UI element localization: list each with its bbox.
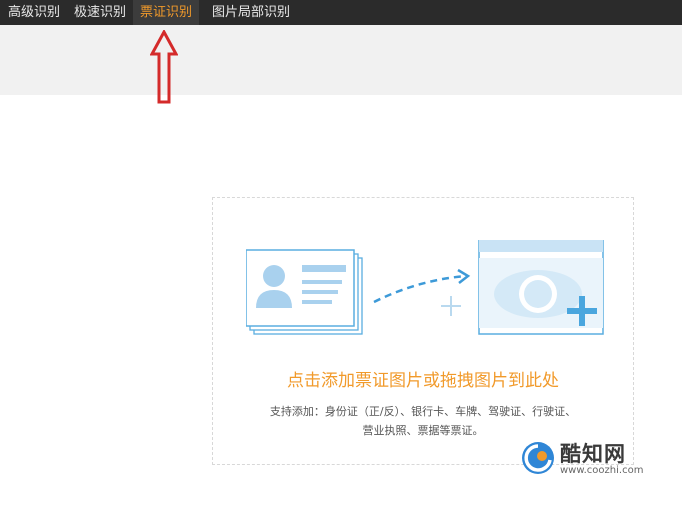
image-preview-add-icon — [478, 240, 604, 335]
upload-illustration — [246, 240, 604, 335]
dashed-arrow-icon — [373, 268, 471, 304]
top-nav-bar: 高级识别 极速识别 票证识别 图片局部识别 — [0, 0, 682, 25]
tab-ticket-recognition[interactable]: 票证识别 — [133, 0, 200, 25]
support-line-1: 支持添加：身份证（正/反）、银行卡、车牌、驾驶证、行驶证、 — [269, 405, 577, 418]
tab-fast-recognition[interactable]: 极速识别 — [67, 0, 133, 25]
dropzone-support-text: 支持添加：身份证（正/反）、银行卡、车牌、驾驶证、行驶证、 营业执照、票据等票证… — [212, 402, 634, 440]
id-card-icon — [246, 249, 363, 335]
dropzone-title[interactable]: 点击添加票证图片或拖拽图片到此处 — [212, 366, 634, 391]
tab-advanced-recognition[interactable]: 高级识别 — [0, 0, 67, 25]
move-cursor-icon — [441, 296, 461, 316]
up-arrow-annotation-icon — [150, 30, 178, 104]
toolbar-area — [0, 25, 682, 95]
watermark-url: www.coozhi.com — [560, 465, 644, 476]
tab-partial-image-recognition[interactable]: 图片局部识别 — [205, 0, 297, 25]
watermark-name: 酷知网 — [560, 442, 626, 466]
